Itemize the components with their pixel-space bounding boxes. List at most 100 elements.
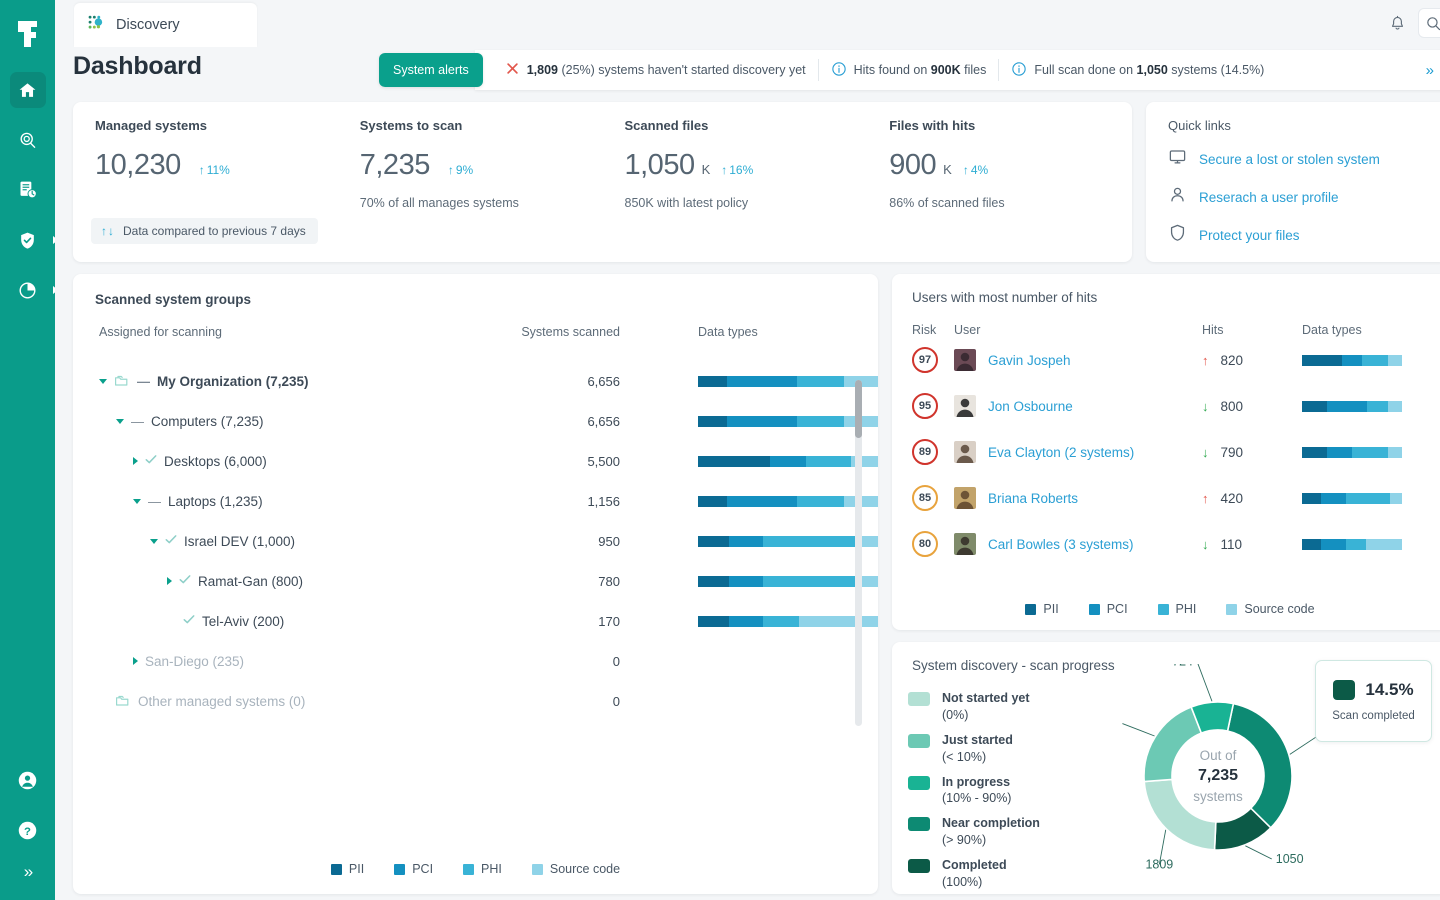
users-column-headers: Risk User Hits Data types [912,323,1440,337]
chevron-down-icon[interactable] [116,418,124,424]
tree-node[interactable]: Desktops (6,000) [95,454,455,469]
table-row[interactable]: — Computers (7,235) 6,656 [95,401,878,441]
quick-link-protect-files[interactable]: Protect your files [1168,223,1440,247]
partial-selection-icon[interactable]: — [137,375,150,388]
table-row[interactable]: — My Organization (7,235) 6,656 [95,361,878,401]
tree-scrollbar[interactable] [855,380,862,726]
kpi-delta-value: 11% [206,163,230,177]
alert-pre: Full scan done on [1034,63,1137,77]
kpi-managed-systems: Managed systems 10,230 ↑ 11% ↑↓ Data comp… [73,118,338,262]
donut-chart[interactable]: 2669105018091592724 Out of 7,235 systems [1091,654,1358,888]
alert-item-not-started[interactable]: 1,809 (25%) systems haven't started disc… [497,61,818,79]
legend-label: PII [348,862,365,876]
bar-segment [698,375,727,387]
donut-slice[interactable] [1226,702,1293,829]
rail-item-help[interactable]: ? [10,812,46,848]
legend-item: PCI [394,862,433,876]
chevron-right-icon[interactable] [133,657,138,665]
legend: PII PCI PHI Source code [1025,602,1315,616]
table-row[interactable]: 80 Carl Bowles (3 systems) ↓ 110 [912,521,1440,567]
bar-segment [762,575,859,587]
quick-link-research-profile[interactable]: Reserach a user profile [1168,185,1440,209]
tree-node[interactable]: — Laptops (1,235) [95,494,455,509]
alert-text: Hits found on 900K files [854,63,987,77]
rail-item-reports[interactable] [10,172,46,208]
legend-item: PHI [463,862,502,876]
chevron-down-icon[interactable] [133,498,141,504]
tree-node[interactable]: San-Diego (235) [95,654,455,669]
selected-check-icon[interactable] [183,614,195,628]
tree-node[interactable]: Other managed systems (0) [95,694,455,709]
rail-collapse-toggle[interactable]: » [24,862,34,882]
tree-node-label: Laptops (1,235) [168,493,263,509]
tab-discovery[interactable]: Discovery [74,3,257,47]
bar-segment [1342,354,1362,366]
tree-node[interactable]: — Computers (7,235) [95,414,455,429]
rail-item-discovery[interactable] [10,122,46,158]
selected-check-icon[interactable] [179,574,191,588]
user-name-link[interactable]: Eva Clayton (2 systems) [988,445,1134,460]
kpi-systems-to-scan: Systems to scan 7,235 ↑ 9% 70% of all man… [338,118,603,262]
table-row[interactable]: 85 Briana Roberts ↑ 420 [912,475,1440,521]
partial-selection-icon[interactable]: — [148,495,161,508]
rail-item-protection[interactable] [10,222,58,258]
quick-link-secure-system[interactable]: Secure a lost or stolen system [1168,147,1440,171]
legend-label: PCI [1106,602,1128,616]
legend-sublabel: (> 90%) [942,833,987,848]
table-row[interactable]: 95 Jon Osbourne ↓ 800 [912,383,1440,429]
bar-segment [1302,538,1321,550]
user-name-link[interactable]: Gavin Jospeh [988,353,1071,368]
legend-text: Just started (< 10%) [942,732,1013,766]
info-icon [831,61,847,80]
rail-item-account[interactable] [10,762,46,798]
table-row[interactable]: Other managed systems (0) 0 [95,681,878,719]
donut-slice[interactable] [1143,705,1203,783]
user-name-link[interactable]: Carl Bowles (3 systems) [988,537,1134,552]
rail-item-analytics[interactable] [10,272,58,308]
alerts-expand-button[interactable]: » [1426,62,1436,79]
chevron-right-icon[interactable] [167,577,172,585]
tree-node[interactable]: — My Organization (7,235) [95,374,455,389]
caret-spacer [167,617,176,626]
scrollbar-thumb[interactable] [855,380,862,438]
chevron-down-icon[interactable] [99,378,107,384]
table-row[interactable]: Ramat-Gan (800) 780 [95,561,878,601]
tree-node[interactable]: Israel DEV (1,000) [95,534,455,549]
alert-item-full-scan[interactable]: Full scan done on 1,050 systems (14.5%) [999,61,1276,80]
bar-segment [796,415,844,427]
data-types-cell [620,615,878,627]
system-alerts-button[interactable]: System alerts [379,53,483,87]
tree-node[interactable]: Ramat-Gan (800) [95,574,455,589]
tree-node[interactable]: Tel-Aviv (200) [95,614,455,629]
alert-item-hits-found[interactable]: Hits found on 900K files [819,61,999,80]
bar-segment [1346,538,1366,550]
table-row[interactable]: Tel-Aviv (200) 170 [95,601,878,641]
alert-bold: 900K [930,63,961,77]
bell-icon[interactable] [1382,8,1412,38]
user-name-link[interactable]: Briana Roberts [988,491,1078,506]
user-name-link[interactable]: Jon Osbourne [988,399,1073,414]
kpi-delta-value: 9% [455,163,474,177]
selected-check-icon[interactable] [165,534,177,548]
table-row[interactable]: 89 Eva Clayton (2 systems) ↓ 790 [912,429,1440,475]
partial-selection-icon[interactable]: — [131,415,144,428]
brand-logo-icon[interactable] [10,14,46,54]
column-header-types: Data types [698,325,758,339]
tree-body[interactable]: — My Organization (7,235) 6,656 — Computers … [95,361,878,719]
table-row[interactable]: Desktops (6,000) 5,500 [95,441,878,481]
table-row[interactable]: San-Diego (235) 0 [95,641,878,681]
tree-node-label: San-Diego (235) [145,653,245,669]
search-icon[interactable] [1418,8,1440,38]
legend-label: In progress [942,774,1011,789]
rail-item-home[interactable] [9,72,46,108]
legend-item: Source code [1226,602,1315,616]
selected-check-icon[interactable] [145,454,157,468]
chevron-down-icon[interactable] [150,538,158,544]
scan-progress-legend: Not started yet (0%) Just started (< 10%) In… [908,690,1040,899]
risk-cell: 80 [912,531,954,557]
table-row[interactable]: 97 Gavin Jospeh ↑ 820 [912,337,1440,383]
chevron-right-icon[interactable] [133,457,138,465]
donut-slice[interactable] [1143,778,1217,851]
table-row[interactable]: — Laptops (1,235) 1,156 [95,481,878,521]
table-row[interactable]: Israel DEV (1,000) 950 [95,521,878,561]
